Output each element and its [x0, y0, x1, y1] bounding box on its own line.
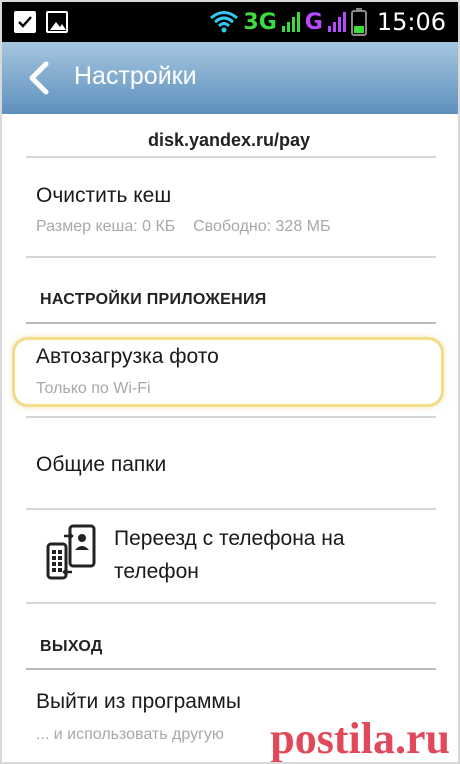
check-icon — [14, 11, 36, 33]
autoupload-title: Автозагрузка фото — [36, 345, 219, 368]
divider — [26, 156, 436, 158]
clock: 15:06 — [376, 8, 446, 36]
logout-title: Выйти из программы — [36, 690, 241, 713]
signal-icon — [281, 12, 300, 32]
divider — [26, 416, 436, 418]
pay-link[interactable]: disk.yandex.ru/pay — [148, 130, 310, 151]
action-bar: Настройки — [2, 42, 458, 114]
settings-list: disk.yandex.ru/pay Очистить кеш Размер к… — [2, 114, 458, 763]
divider — [26, 668, 436, 670]
screen-frame: 3G G 15:06 Настройки disk.yandex.ru/pay … — [0, 0, 460, 764]
divider — [26, 322, 436, 324]
autoupload-subtitle: Только по Wi-Fi — [36, 380, 151, 397]
watermark: postila.ru — [270, 714, 450, 763]
move-phone-line-1: Переезд с телефона на — [114, 527, 345, 550]
clear-cache-title: Очистить кеш — [36, 184, 172, 207]
wifi-icon — [210, 11, 239, 33]
divider — [26, 602, 436, 604]
signal-icon-2 — [327, 12, 346, 32]
battery-icon — [350, 8, 367, 36]
network-3g-label: 3G — [243, 9, 277, 35]
phone-transfer-icon — [46, 524, 96, 580]
divider — [26, 508, 436, 510]
clear-cache-subtitle: Размер кеша: 0 КБ Свободно: 328 МБ — [36, 218, 331, 235]
page-title: Настройки — [74, 62, 197, 90]
image-icon — [46, 11, 68, 33]
shared-folders-item[interactable]: Общие папки — [36, 453, 166, 477]
divider — [26, 256, 436, 258]
status-bar: 3G G 15:06 — [2, 2, 458, 42]
move-phone-line-2: телефон — [114, 560, 199, 583]
chevron-left-icon[interactable] — [24, 60, 54, 96]
network-g-label: G — [304, 9, 323, 35]
section-header-exit: ВЫХОД — [40, 638, 103, 655]
section-header-app-settings: НАСТРОЙКИ ПРИЛОЖЕНИЯ — [40, 291, 267, 308]
logout-subtitle: ... и использовать другую — [36, 726, 224, 743]
